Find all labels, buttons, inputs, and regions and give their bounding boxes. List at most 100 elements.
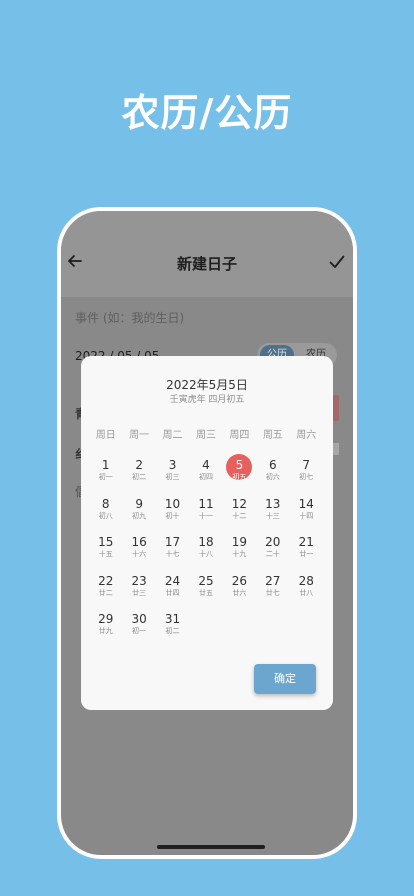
day-number: 7 (302, 458, 311, 472)
picker-selected-date: 2022年5月5日 (166, 378, 248, 392)
day-lunar-label: 初十 (165, 511, 180, 520)
weekday-label: 周五 (262, 430, 283, 441)
calendar-day[interactable]: 3 初三 (156, 454, 189, 493)
day-lunar-label: 十三 (265, 511, 280, 520)
calendar-day[interactable]: 29 廿九 (89, 608, 122, 647)
calendar-grid: 1 初一 2 初二 3 初三 4 初四 5 初五 6 初六 7 初七 8 初八 9 初九 10 初十 11 十一 12 十二 1… (89, 454, 323, 647)
day-number: 21 (298, 535, 314, 549)
calendar-day[interactable]: 31 初二 (156, 608, 189, 647)
calendar-day[interactable]: 16 十六 (122, 531, 155, 570)
calendar-day[interactable]: 28 廿八 (290, 570, 323, 609)
day-number: 1 (101, 458, 110, 472)
day-lunar-label: 廿八 (299, 588, 314, 597)
calendar-day[interactable]: 13 十三 (256, 493, 289, 532)
calendar-day[interactable]: 19 十九 (223, 531, 256, 570)
calendar-day[interactable]: 18 十八 (189, 531, 222, 570)
calendar-day[interactable]: 11 十一 (189, 493, 222, 532)
day-number: 20 (265, 535, 281, 549)
weekday-label: 周二 (162, 430, 183, 441)
calendar-day[interactable]: 10 初十 (156, 493, 189, 532)
day-number: 4 (202, 458, 210, 472)
day-number: 11 (198, 496, 214, 511)
calendar-day[interactable]: 8 初八 (89, 493, 122, 532)
calendar-day[interactable]: 22 廿二 (89, 570, 122, 609)
day-number: 25 (198, 573, 214, 588)
day-lunar-label: 初六 (265, 473, 280, 481)
weekday-header: 周日 周一 周二 周三 周四 周五 周六 (89, 426, 323, 441)
calendar-day[interactable]: 24 廿四 (156, 570, 189, 609)
calendar-day[interactable]: 4 初四 (189, 454, 222, 493)
event-name-input[interactable]: 事件 (如：我的生日) (75, 309, 184, 326)
calendar-day[interactable]: 27 廿七 (256, 570, 289, 609)
day-number: 13 (265, 496, 281, 511)
day-number: 15 (98, 535, 114, 549)
calendar-day[interactable]: 6 初六 (256, 454, 289, 493)
calendar-day[interactable]: 17 十七 (156, 531, 189, 570)
day-lunar-label: 廿七 (265, 588, 280, 597)
day-number: 22 (98, 573, 114, 588)
calendar-day[interactable]: 9 初九 (122, 493, 155, 532)
day-number: 3 (168, 458, 177, 472)
day-lunar-label: 初八 (98, 511, 113, 520)
day-lunar-label: 十一 (198, 511, 213, 520)
day-lunar-label: 初三 (165, 473, 180, 481)
calendar-day[interactable]: 14 十四 (290, 493, 323, 532)
weekday-label: 周六 (296, 430, 317, 441)
confirm-button[interactable]: 确定 (254, 664, 316, 694)
day-lunar-label: 廿四 (165, 588, 180, 597)
day-number: 17 (164, 535, 181, 549)
day-lunar-label: 初五 (232, 473, 247, 481)
calendar-day[interactable]: 20 二十 (256, 531, 289, 570)
day-number: 2 (135, 458, 143, 472)
day-number: 23 (131, 573, 147, 588)
day-number: 19 (231, 535, 248, 549)
day-number: 24 (164, 573, 181, 588)
day-lunar-label: 十六 (132, 550, 147, 558)
day-lunar-label: 十九 (232, 550, 247, 558)
day-number: 14 (298, 496, 314, 511)
day-number: 31 (164, 612, 181, 626)
day-number: 26 (231, 573, 248, 588)
day-lunar-label: 廿五 (198, 588, 213, 597)
day-number: 18 (198, 535, 214, 549)
day-number: 27 (265, 573, 281, 588)
day-number: 29 (98, 612, 114, 626)
check-icon[interactable] (329, 255, 345, 269)
calendar-day[interactable]: 12 十二 (223, 493, 256, 532)
promo-headline: 农历/公历 (121, 91, 293, 135)
day-lunar-label: 十五 (98, 550, 113, 558)
day-lunar-label: 廿三 (132, 588, 147, 597)
chevron-icon (333, 443, 339, 455)
calendar-day[interactable]: 1 初一 (89, 454, 122, 493)
day-lunar-label: 二十 (265, 550, 280, 558)
day-lunar-label: 廿六 (232, 588, 247, 597)
day-lunar-label: 廿一 (299, 550, 314, 558)
day-number: 6 (269, 458, 277, 472)
day-number: 28 (298, 573, 314, 588)
day-lunar-label: 十二 (232, 511, 247, 520)
day-number: 9 (135, 496, 143, 511)
calendar-day[interactable]: 7 初七 (290, 454, 323, 493)
day-lunar-label: 十七 (165, 550, 180, 558)
day-number: 5 (235, 458, 244, 472)
calendar-day[interactable]: 30 初一 (122, 608, 155, 647)
calendar-day[interactable]: 25 廿五 (189, 570, 222, 609)
day-lunar-label: 初九 (132, 511, 147, 520)
day-lunar-label: 初七 (299, 473, 314, 481)
calendar-day-selected[interactable]: 5 初五 (223, 454, 256, 493)
day-lunar-label: 初四 (198, 473, 213, 481)
calendar-day[interactable]: 15 十五 (89, 531, 122, 570)
day-lunar-label: 初二 (165, 627, 180, 635)
day-lunar-label: 十八 (198, 550, 213, 558)
calendar-day[interactable]: 23 廿三 (122, 570, 155, 609)
weekday-label: 周四 (229, 430, 250, 441)
day-lunar-label: 廿二 (98, 588, 113, 597)
day-lunar-label: 初一 (132, 627, 147, 635)
weekday-label: 周三 (195, 430, 216, 441)
day-lunar-label: 初一 (98, 473, 113, 481)
weekday-label: 周一 (129, 430, 150, 441)
day-lunar-label: 十四 (299, 511, 314, 520)
calendar-day[interactable]: 26 廿六 (223, 570, 256, 609)
calendar-day[interactable]: 2 初二 (122, 454, 155, 493)
calendar-day[interactable]: 21 廿一 (290, 531, 323, 570)
